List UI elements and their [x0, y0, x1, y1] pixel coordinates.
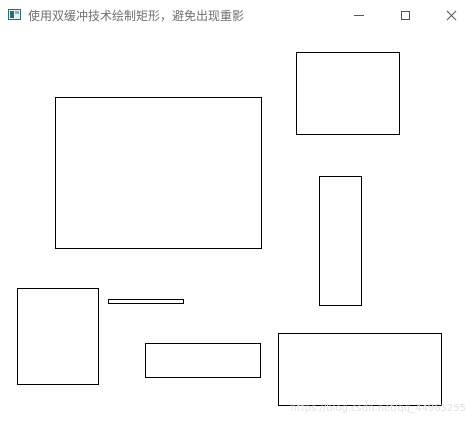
maximize-button[interactable] [382, 0, 428, 30]
drawn-rectangle [108, 299, 184, 304]
drawing-canvas[interactable]: https://blog.csdn.net/qq_44965255 [0, 30, 474, 424]
minimize-icon [354, 14, 364, 16]
drawn-rectangle [17, 288, 99, 385]
close-button[interactable] [428, 0, 474, 30]
watermark-text: https://blog.csdn.net/qq_44965255 [290, 403, 466, 414]
maximize-icon [400, 10, 410, 20]
drawn-rectangle [296, 52, 400, 135]
drawn-rectangle [145, 343, 261, 378]
app-window: 使用双缓冲技术绘制矩形，避免出现重影 https://blog.csdn.net… [0, 0, 474, 424]
drawn-rectangle [319, 176, 362, 306]
drawn-rectangle [278, 333, 442, 406]
app-window-icon [8, 9, 21, 20]
close-icon [445, 9, 457, 21]
drawn-rectangle [55, 97, 262, 249]
minimize-button[interactable] [336, 0, 382, 30]
window-title: 使用双缓冲技术绘制矩形，避免出现重影 [28, 9, 245, 23]
title-bar[interactable]: 使用双缓冲技术绘制矩形，避免出现重影 [0, 0, 474, 30]
